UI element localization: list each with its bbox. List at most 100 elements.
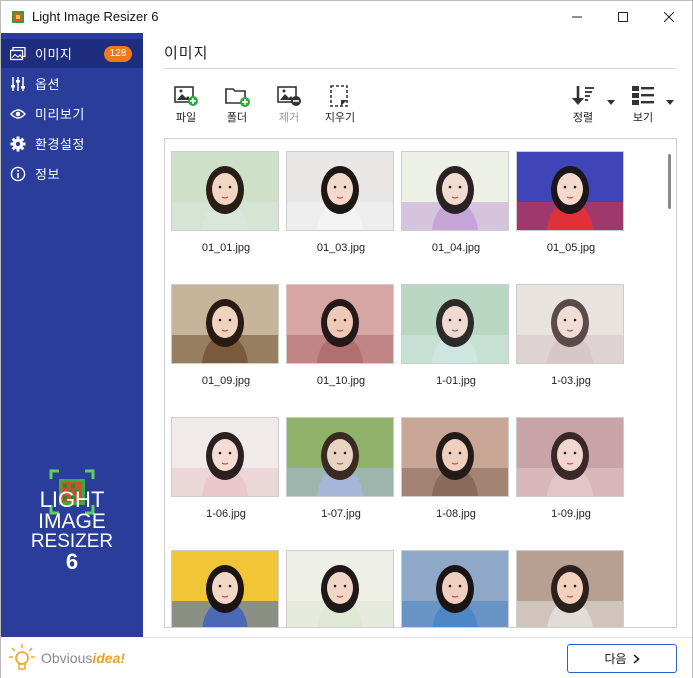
thumbnail-image (516, 417, 624, 497)
thumbnail-image (286, 550, 394, 627)
add-folder-button[interactable]: 폴더 (215, 83, 259, 125)
view-dropdown-arrow-icon[interactable] (666, 100, 674, 105)
images-icon (10, 46, 26, 62)
add-image-icon (173, 83, 199, 108)
clear-list-icon (327, 83, 353, 108)
view-button[interactable]: 보기 (621, 83, 665, 125)
sidebar-item-label: 미리보기 (35, 107, 85, 122)
page-title: 이미지 (164, 45, 209, 62)
image-thumbnail[interactable] (171, 550, 281, 627)
obviousidea-logo[interactable]: Obviousidea! (1, 637, 143, 678)
maximize-icon (618, 12, 628, 22)
brand-line-4: 6 (65, 549, 79, 574)
thumbnail-filename: 01_03.jpg (316, 242, 366, 254)
add-file-label: 파일 (175, 112, 197, 124)
thumbnail-filename: 01_01.jpg (201, 242, 251, 254)
image-thumbnail[interactable]: 01_05.jpg (516, 151, 626, 271)
view-label: 보기 (632, 112, 654, 124)
thumbnail-image (401, 417, 509, 497)
image-thumbnail[interactable]: 01_09.jpg (171, 284, 281, 404)
thumbnail-image (401, 284, 509, 364)
sidebar: 이미지 128 옵션 미리보기 환경설정 정보 LIGHT IMAGE RESI… (1, 33, 143, 678)
sidebar-item-label: 환경설정 (35, 137, 85, 152)
sidebar-item-options[interactable]: 옵션 (1, 69, 143, 98)
sidebar-item-label: 정보 (35, 167, 60, 182)
info-icon (10, 166, 26, 182)
window-title: Light Image Resizer 6 (32, 9, 159, 24)
image-grid[interactable]: 01_01.jpg 01_03.jpg 01_04.jpg 01_05.jpg 01_0… (164, 138, 677, 628)
sort-button[interactable]: 정렬 (561, 83, 605, 125)
main-panel: 이미지 파일 폴더 제거 지우기 정렬 보기 01_01.jpg 01_03.j… (143, 33, 692, 637)
thumbnail-filename: 1-03.jpg (551, 375, 591, 387)
thumbnail-image (516, 550, 624, 627)
minimize-button[interactable] (554, 1, 600, 33)
clear-label: 지우기 (324, 112, 356, 124)
view-list-icon (630, 83, 656, 108)
minimize-icon (572, 16, 582, 18)
close-button[interactable] (646, 1, 692, 33)
scrollbar-thumb[interactable] (668, 154, 671, 209)
image-thumbnail[interactable]: 01_04.jpg (401, 151, 511, 271)
sidebar-item-settings[interactable]: 환경설정 (1, 129, 143, 158)
clear-button[interactable]: 지우기 (318, 83, 362, 125)
image-thumbnail[interactable]: 01_01.jpg (171, 151, 281, 271)
thumbnail-image (171, 151, 279, 231)
image-thumbnail[interactable] (401, 550, 511, 627)
thumbnail-image (286, 151, 394, 231)
vertical-scrollbar[interactable] (662, 139, 676, 627)
sidebar-item-about[interactable]: 정보 (1, 159, 143, 188)
thumbnail-image (516, 284, 624, 364)
thumbnail-image (401, 550, 509, 627)
sort-label: 정렬 (572, 112, 594, 124)
image-thumbnail[interactable]: 1-09.jpg (516, 417, 626, 537)
footer-brand-plain: Obvious (41, 650, 93, 666)
image-count-badge: 128 (104, 46, 132, 62)
brand-line-1: LIGHT (39, 487, 105, 512)
image-thumbnail[interactable]: 1-01.jpg (401, 284, 511, 404)
image-thumbnail[interactable]: 1-06.jpg (171, 417, 281, 537)
brand-line-2: IMAGE (38, 510, 106, 533)
title-bar: Light Image Resizer 6 (1, 1, 692, 33)
remove-label: 제거 (278, 112, 300, 124)
add-file-button[interactable]: 파일 (164, 83, 208, 125)
footer-brand-accent: idea! (92, 650, 126, 666)
thumbnail-filename: 1-09.jpg (551, 508, 591, 520)
sliders-icon (10, 76, 26, 92)
chevron-right-icon (633, 653, 640, 664)
gear-icon (10, 136, 26, 152)
thumbnail-image (401, 151, 509, 231)
image-thumbnail[interactable]: 1-08.jpg (401, 417, 511, 537)
thumbnail-filename: 1-07.jpg (321, 508, 361, 520)
thumbnail-filename: 1-01.jpg (436, 375, 476, 387)
maximize-button[interactable] (600, 1, 646, 33)
thumbnail-image (171, 550, 279, 627)
lightbulb-icon (9, 644, 35, 670)
thumbnail-filename: 1-08.jpg (436, 508, 476, 520)
sidebar-item-label: 이미지 (35, 47, 73, 62)
thumbnail-filename: 01_05.jpg (546, 242, 596, 254)
sort-dropdown-arrow-icon[interactable] (607, 100, 615, 105)
thumbnail-filename: 01_04.jpg (431, 242, 481, 254)
title-divider (164, 68, 676, 69)
image-thumbnail[interactable]: 1-07.jpg (286, 417, 396, 537)
remove-button[interactable]: 제거 (267, 83, 311, 125)
thumbnail-filename: 01_10.jpg (316, 375, 366, 387)
thumbnail-image (171, 284, 279, 364)
add-folder-icon (224, 83, 250, 108)
next-button[interactable]: 다음 (567, 644, 677, 673)
image-thumbnail[interactable] (516, 550, 626, 627)
sidebar-item-preview[interactable]: 미리보기 (1, 99, 143, 128)
sort-icon (570, 83, 596, 108)
image-thumbnail[interactable]: 1-03.jpg (516, 284, 626, 404)
image-thumbnail[interactable]: 01_03.jpg (286, 151, 396, 271)
thumbnail-image (171, 417, 279, 497)
image-thumbnail[interactable]: 01_10.jpg (286, 284, 396, 404)
app-window: Light Image Resizer 6 이미지 128 옵션 미리보기 환경… (0, 0, 693, 678)
sidebar-item-images[interactable]: 이미지 128 (1, 39, 143, 68)
image-thumbnail[interactable] (286, 550, 396, 627)
thumbnail-filename: 01_09.jpg (201, 375, 251, 387)
app-logo-icon (12, 11, 24, 23)
bottom-bar: 다음 (143, 637, 692, 678)
close-icon (664, 12, 674, 22)
next-label: 다음 (604, 652, 627, 666)
